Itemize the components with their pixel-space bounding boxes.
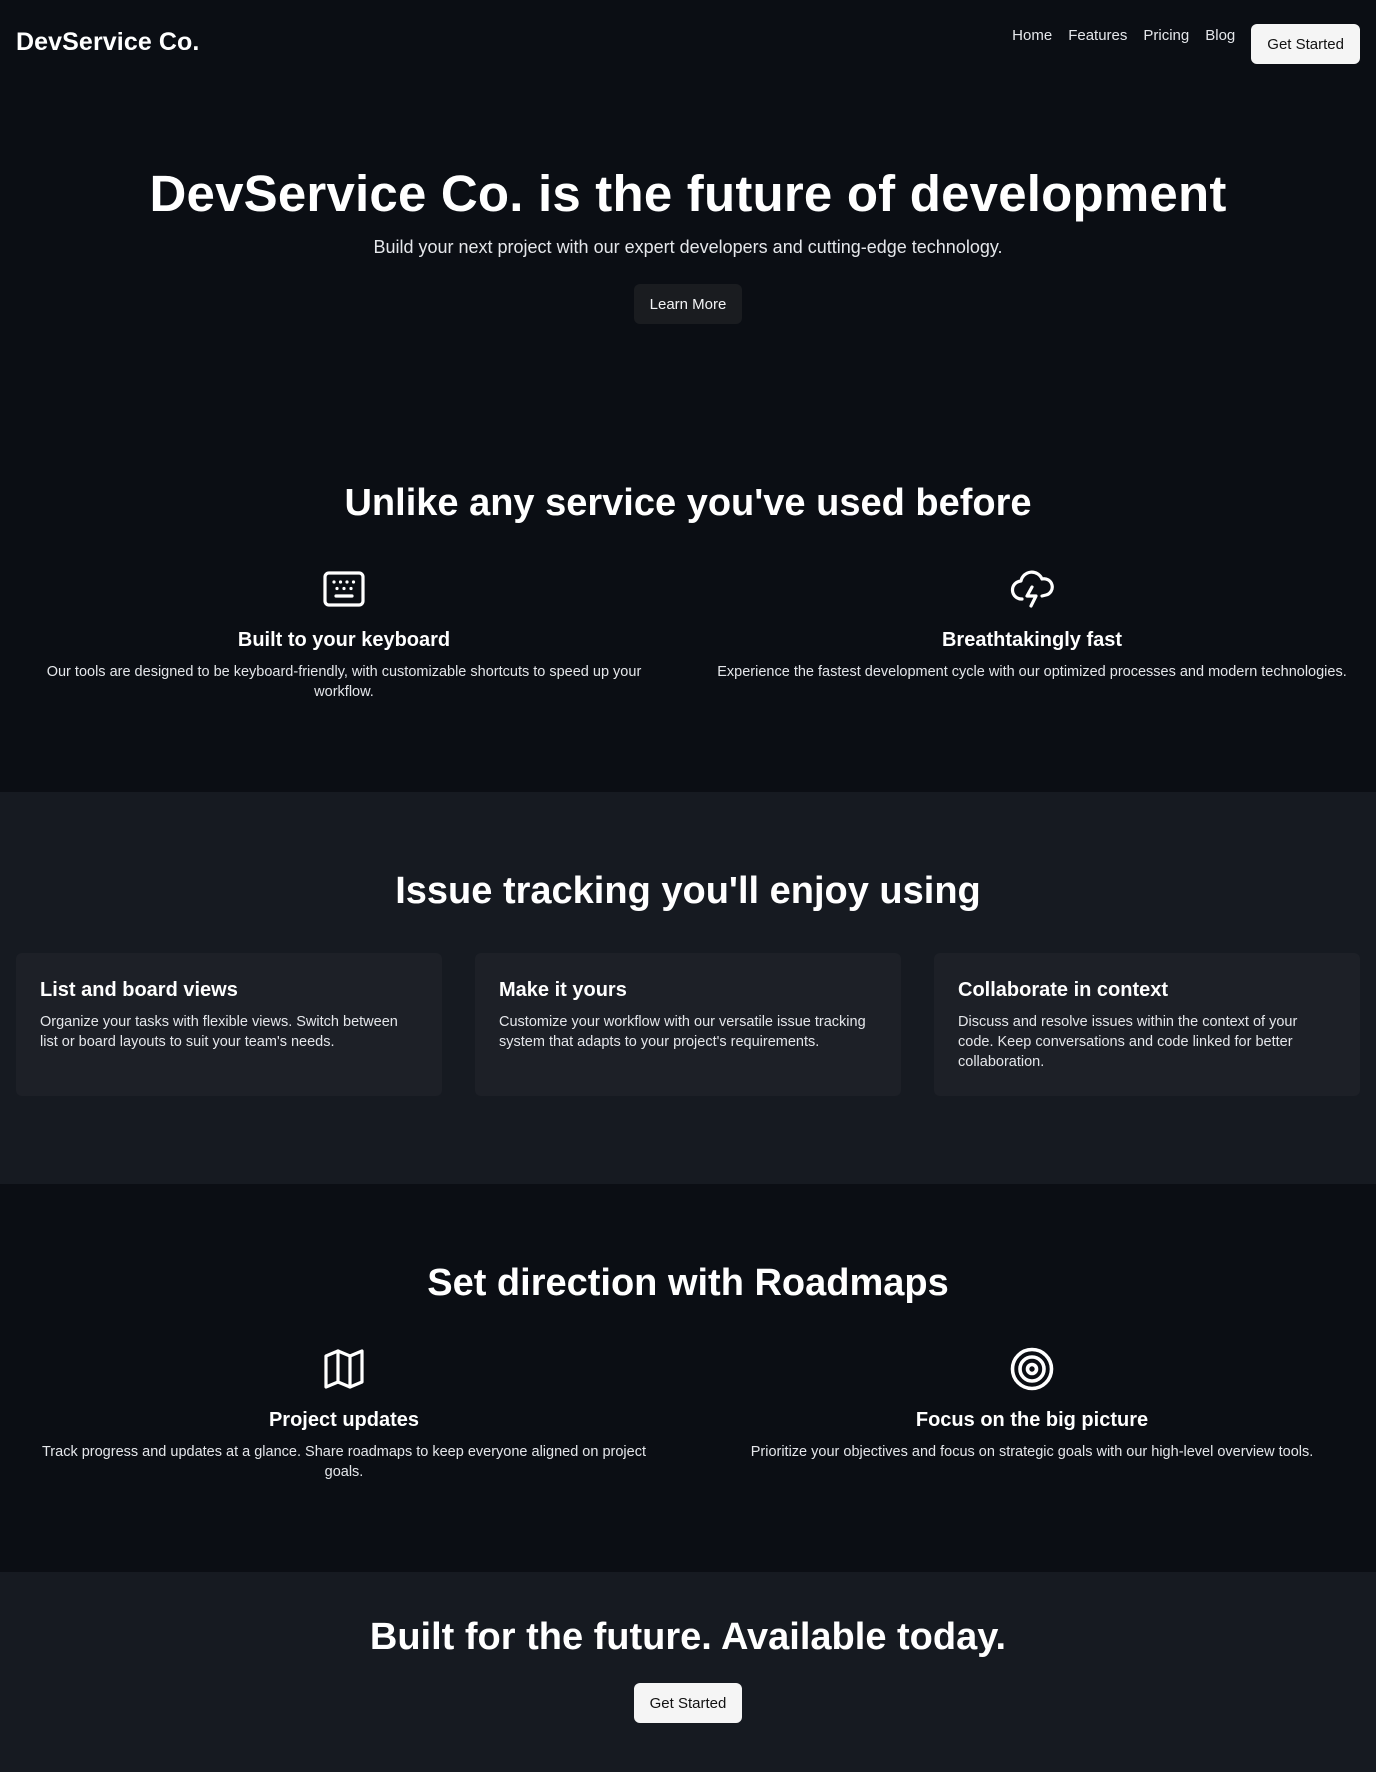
roadmap-item: Focus on the big picture Prioritize your… xyxy=(704,1345,1360,1482)
issue-card: Make it yours Customize your workflow wi… xyxy=(475,953,901,1096)
cta-get-started-button[interactable]: Get Started xyxy=(633,1683,743,1723)
issue-card: Collaborate in context Discuss and resol… xyxy=(934,953,1360,1096)
hero-subtitle: Build your next project with our expert … xyxy=(373,237,1003,257)
roadmap-description: Prioritize your objectives and focus on … xyxy=(750,1444,1314,1460)
roadmaps-grid: Project updates Track progress and updat… xyxy=(0,1345,1376,1482)
roadmap-description: Track progress and updates at a glance. … xyxy=(41,1444,646,1480)
feature-description: Our tools are designed to be keyboard-fr… xyxy=(46,664,642,700)
keyboard-icon xyxy=(323,571,365,607)
nav-link-pricing[interactable]: Pricing xyxy=(1143,27,1189,44)
nav-link-blog[interactable]: Blog xyxy=(1205,27,1235,44)
issue-cards: List and board views Organize your tasks… xyxy=(0,953,1376,1096)
hero-title: DevService Co. is the future of developm… xyxy=(149,165,1227,222)
map-icon xyxy=(324,1349,364,1389)
header-get-started-button[interactable]: Get Started xyxy=(1251,24,1360,64)
cta-title: Built for the future. Available today. xyxy=(369,1616,1007,1658)
issue-tracking-section: Issue tracking you'll enjoy using List a… xyxy=(0,792,1376,1184)
roadmap-item: Project updates Track progress and updat… xyxy=(16,1345,672,1482)
roadmaps-title: Set direction with Roadmaps xyxy=(427,1262,949,1304)
features-section: Unlike any service you've used before Bu… xyxy=(0,444,1376,792)
issue-card-description: Customize your workflow with our versati… xyxy=(499,1014,866,1050)
hero-section: DevService Co. is the future of developm… xyxy=(0,88,1376,444)
features-grid: Built to your keyboard Our tools are des… xyxy=(0,565,1376,702)
feature-item: Built to your keyboard Our tools are des… xyxy=(16,565,672,702)
feature-description: Experience the fastest development cycle… xyxy=(717,664,1347,680)
cloud-lightning-icon xyxy=(1010,570,1054,608)
issue-card-title: Collaborate in context xyxy=(958,979,1169,1001)
feature-item: Breathtakingly fast Experience the faste… xyxy=(704,565,1360,702)
issue-tracking-title: Issue tracking you'll enjoy using xyxy=(395,870,981,912)
site-logo[interactable]: DevService Co. xyxy=(16,28,199,57)
roadmap-title: Project updates xyxy=(268,1409,420,1431)
cta-section: Built for the future. Available today. G… xyxy=(0,1572,1376,1772)
roadmaps-section: Set direction with Roadmaps Project upda… xyxy=(0,1184,1376,1572)
feature-title: Built to your keyboard xyxy=(237,629,451,651)
nav-link-features[interactable]: Features xyxy=(1068,27,1127,44)
nav-link-home[interactable]: Home xyxy=(1012,27,1052,44)
learn-more-button[interactable]: Learn More xyxy=(633,284,743,324)
issue-card-title: Make it yours xyxy=(499,979,627,1001)
features-title: Unlike any service you've used before xyxy=(344,482,1032,524)
feature-title: Breathtakingly fast xyxy=(941,629,1123,651)
target-icon xyxy=(1010,1347,1054,1391)
issue-card-description: Organize your tasks with flexible views.… xyxy=(40,1014,398,1050)
site-header: DevService Co. Home Features Pricing Blo… xyxy=(0,0,1376,88)
issue-card-title: List and board views xyxy=(40,979,238,1001)
main-nav: Home Features Pricing Blog Get Started xyxy=(1012,24,1360,64)
roadmap-title: Focus on the big picture xyxy=(915,1409,1149,1431)
issue-card: List and board views Organize your tasks… xyxy=(16,953,442,1096)
issue-card-description: Discuss and resolve issues within the co… xyxy=(958,1014,1298,1070)
